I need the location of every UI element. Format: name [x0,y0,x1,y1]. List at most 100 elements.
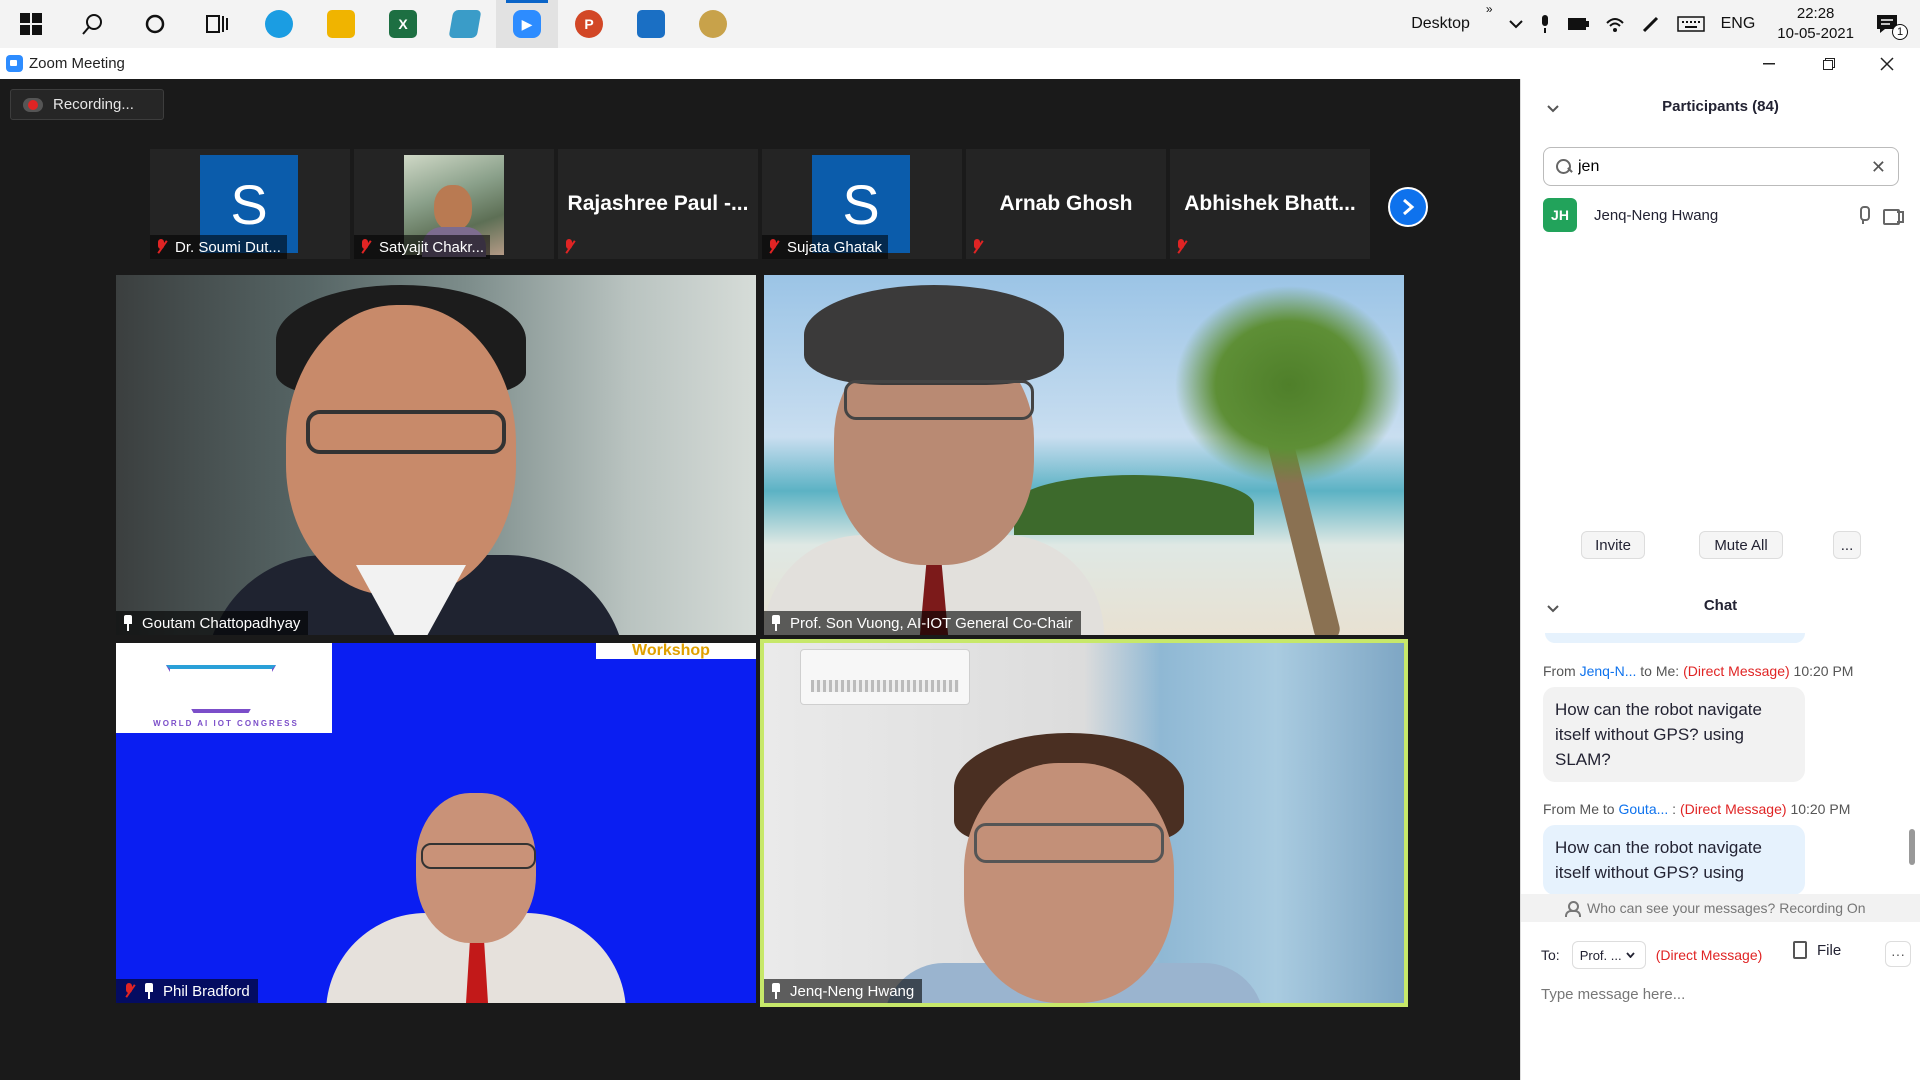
edge-icon[interactable] [248,0,310,48]
participant-thumbnail[interactable]: S Sujata Ghatak [762,149,962,259]
meeting-video-area: Recording... S Dr. Soumi Dut... Satyajit… [0,79,1520,1080]
message-header: From Me to Gouta... : (Direct Message) 1… [1543,801,1850,817]
system-tray: Desktop » ENG 22:28 10-05-2021 1 [1403,0,1920,48]
powerpoint-icon[interactable]: P [558,0,620,48]
clear-search-icon[interactable]: ✕ [1871,157,1886,178]
recording-indicator[interactable]: Recording... [10,89,164,120]
chat-more-button[interactable]: ··· [1885,941,1911,967]
search-icon[interactable] [62,0,124,48]
recipient-value: Prof. ... [1579,947,1622,963]
participant-name: Prof. Son Vuong, AI-IOT General Co-Chair [790,614,1073,632]
file-button[interactable]: File [1793,941,1841,959]
task-view-icon[interactable] [186,0,248,48]
chat-recipient-row: To: Prof. ... (Direct Message) File ··· [1541,941,1911,969]
congress-logo: WORLD AI IOT CONGRESS [116,643,332,733]
minimize-button[interactable] [1740,48,1798,79]
participant-name-label [558,235,589,259]
video-tile[interactable]: Goutam Chattopadhyay [116,275,756,635]
message-from-prefix: From [1543,663,1576,679]
message-recipient-link[interactable]: Gouta... [1618,801,1668,817]
participant-name-label: Phil Bradford [116,979,258,1003]
language-indicator[interactable]: ENG [1713,0,1764,48]
excel-icon[interactable]: X [372,0,434,48]
mic-muted-icon [358,239,372,255]
recipient-select[interactable]: Prof. ... [1571,941,1646,969]
message-time: 10:20 PM [1790,801,1851,817]
clock-time: 22:28 [1796,5,1835,22]
direct-message-label: (Direct Message) [1683,663,1790,679]
message-sender[interactable]: Jenq-N... [1580,663,1637,679]
close-button[interactable] [1858,48,1916,79]
participant-name-label: Satyajit Chakr... [354,235,491,259]
clock-date: 10-05-2021 [1777,25,1854,42]
pin-icon [122,615,134,631]
chat-scrollbar[interactable] [1909,633,1915,895]
mic-muted-icon [122,983,136,999]
participant-name-label: Dr. Soumi Dut... [150,235,287,259]
restore-button[interactable] [1800,48,1858,79]
chevron-down-icon [1625,950,1635,961]
message-recipient: : [1672,801,1677,817]
avatar: JH [1543,198,1577,232]
recording-label: Recording... [53,96,134,113]
battery-icon[interactable] [1559,0,1597,48]
chat-message-input[interactable] [1541,981,1901,1007]
message-recipient: to Me: [1640,663,1680,679]
workshop-banner: Workshop [596,643,756,659]
participant-name: Jenq-Neng Hwang [1594,206,1719,224]
video-tile[interactable]: Prof. Son Vuong, AI-IOT General Co-Chair [764,275,1404,635]
message-privacy-notice[interactable]: Who can see your messages? Recording On [1521,894,1920,922]
chat-messages[interactable]: From Jenq-N... to Me: (Direct Message) 1… [1543,633,1895,895]
direct-message-label: (Direct Message) [1655,947,1763,963]
wifi-icon[interactable] [1597,0,1633,48]
microphone-icon[interactable] [1857,206,1870,224]
video-camera-icon[interactable] [1883,208,1904,225]
person-icon [1565,901,1581,917]
next-page-button[interactable] [1388,187,1428,227]
participant-search-input[interactable] [1578,157,1858,176]
participant-name: Phil Bradford [163,982,250,1000]
chevron-right-icon[interactable]: » [1478,0,1501,48]
privacy-text: Who can see your messages? Recording On [1587,900,1866,916]
participants-title: Participants (84) [1662,98,1779,115]
to-label: To: [1541,947,1560,963]
message-bubble: How can the robot navigate itself withou… [1543,825,1805,895]
notification-count: 1 [1892,24,1908,40]
mute-all-button[interactable]: Mute All [1699,531,1783,559]
keyboard-icon[interactable] [1669,0,1713,48]
more-options-button[interactable]: ... [1833,531,1861,559]
zoom-icon[interactable]: ▶ [496,0,558,48]
participant-thumbnail[interactable]: Rajashree Paul -... [558,149,758,259]
invite-button[interactable]: Invite [1581,531,1645,559]
microphone-icon[interactable] [1531,0,1559,48]
clock[interactable]: 22:28 10-05-2021 [1763,4,1868,44]
search-icon [1556,158,1572,175]
pen-icon[interactable] [1633,0,1669,48]
video-tile-active-speaker[interactable]: Jenq-Neng Hwang [760,639,1408,1007]
video-tile[interactable]: WORLD AI IOT CONGRESS Workshop Phil Brad… [116,643,756,1003]
previous-message-bubble [1545,633,1805,643]
zoom-logo-icon [6,55,23,72]
participant-name: Dr. Soumi Dut... [175,238,281,256]
participant-thumbnail[interactable]: Abhishek Bhatt... [1170,149,1370,259]
participant-thumbnail[interactable]: S Dr. Soumi Dut... [150,149,350,259]
taskbar: X ▶ P Desktop » ENG 22:28 10-05-2021 1 [0,0,1920,48]
mic-muted-icon [766,239,780,255]
participant-name-label: Goutam Chattopadhyay [116,611,309,635]
photos-icon[interactable] [620,0,682,48]
chevron-down-icon[interactable] [1501,0,1531,48]
app-icon[interactable] [434,0,496,48]
file-explorer-icon[interactable] [310,0,372,48]
participant-search[interactable]: ✕ [1543,147,1899,186]
side-panel: Participants (84) ✕ JH Jenq-Neng Hwang I… [1520,79,1920,1080]
participant-thumbnail[interactable]: Arnab Ghosh [966,149,1166,259]
notification-icon[interactable]: 1 [1868,0,1920,48]
participant-name-label [966,235,997,259]
desktop-toolbar-label[interactable]: Desktop [1403,0,1478,48]
window-titlebar: Zoom Meeting [0,48,1920,79]
participant-list-item[interactable]: JH Jenq-Neng Hwang [1543,197,1904,233]
paint-icon[interactable] [682,0,744,48]
windows-start-icon[interactable] [0,0,62,48]
cortana-icon[interactable] [124,0,186,48]
participant-thumbnail[interactable]: Satyajit Chakr... [354,149,554,259]
